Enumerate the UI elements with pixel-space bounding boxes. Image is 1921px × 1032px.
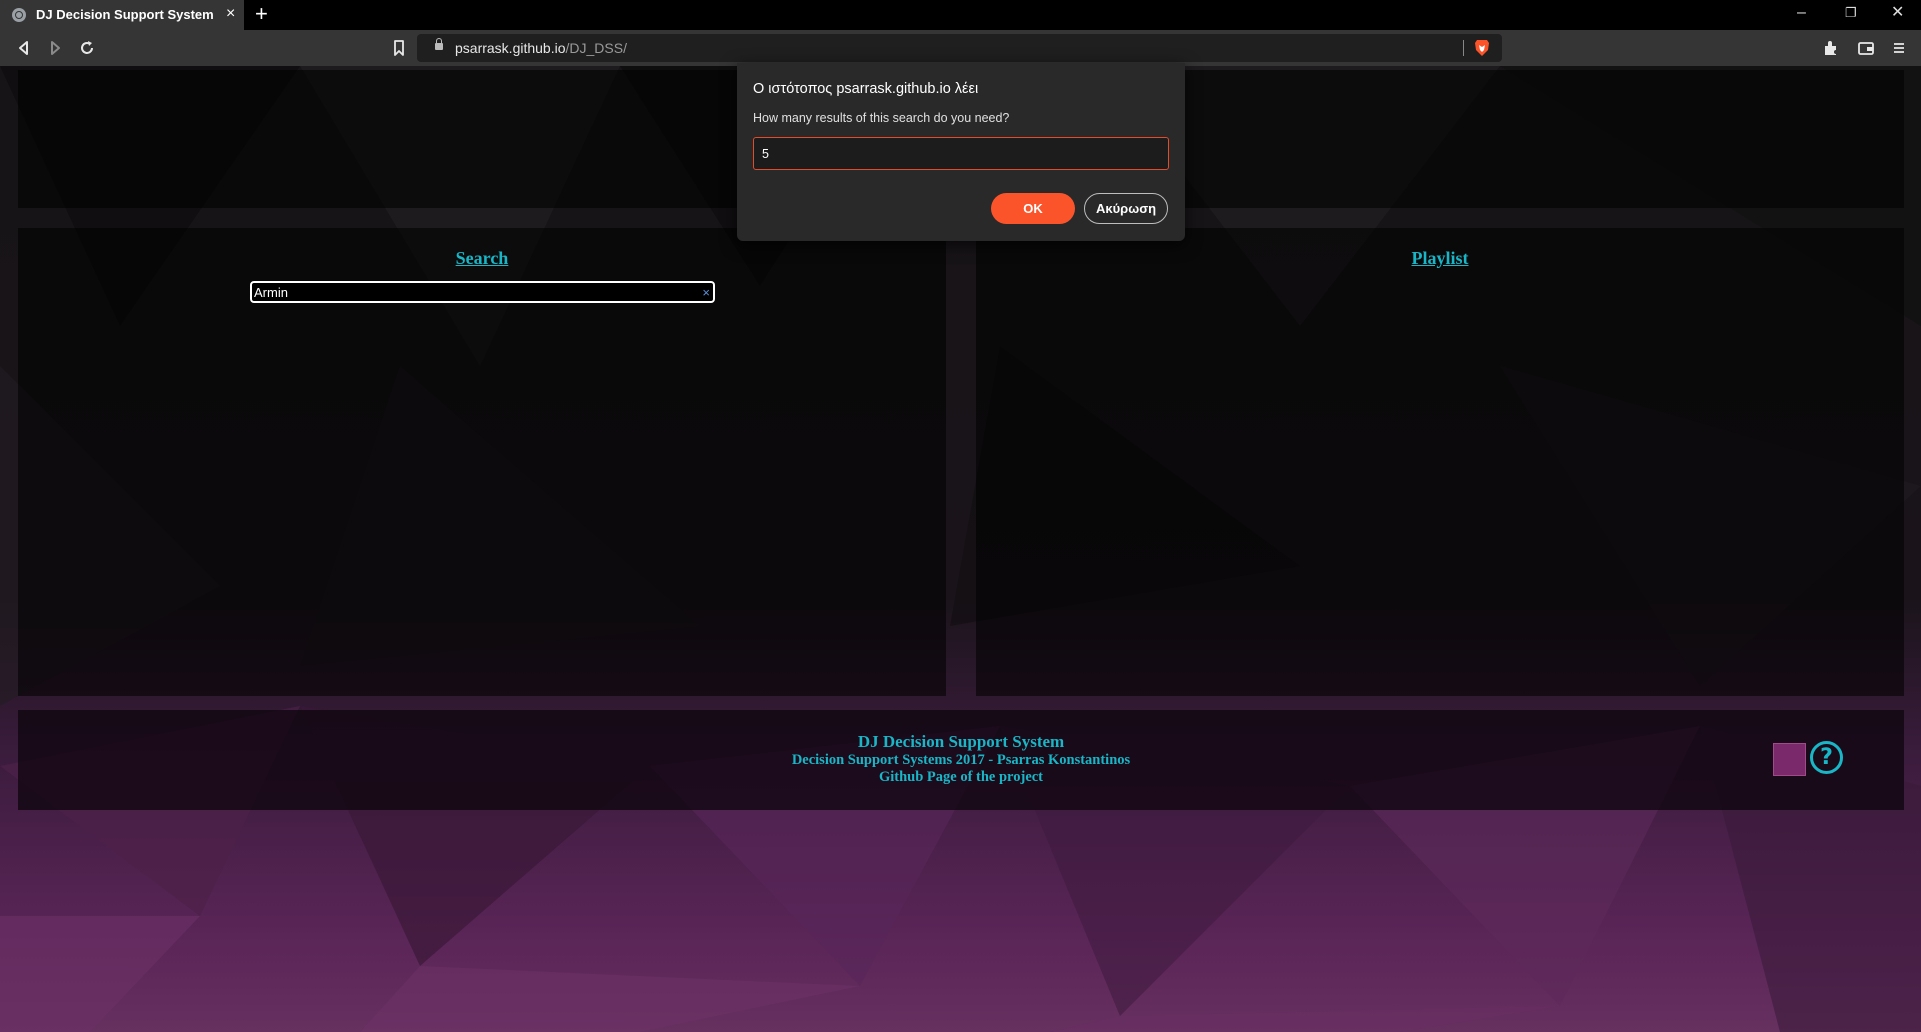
- minimize-icon[interactable]: –: [1797, 4, 1806, 22]
- globe-icon: [12, 8, 26, 22]
- bookmark-icon[interactable]: [389, 38, 409, 58]
- tab-strip: DJ Decision Support System × + – ❐ ✕: [0, 0, 1921, 30]
- footer-text: DJ Decision Support System Decision Supp…: [18, 732, 1904, 786]
- prompt-dialog: Ο ιστότοπος psarrask.github.io λέει How …: [737, 63, 1185, 241]
- playlist-panel: Playlist: [976, 228, 1904, 696]
- extensions-icon[interactable]: [1821, 38, 1841, 58]
- back-icon[interactable]: [14, 38, 34, 58]
- lock-icon: [435, 38, 443, 52]
- tab-close-icon[interactable]: ×: [226, 5, 235, 23]
- divider: [1463, 40, 1464, 56]
- restore-icon[interactable]: ❐: [1845, 4, 1857, 22]
- ok-button[interactable]: OK: [991, 193, 1075, 224]
- browser-tab[interactable]: DJ Decision Support System ×: [0, 0, 244, 30]
- address-bar[interactable]: psarrask.github.io/DJ_DSS/: [417, 34, 1502, 62]
- theme-color-swatch[interactable]: [1773, 743, 1806, 776]
- tab-title: DJ Decision Support System: [36, 7, 214, 22]
- search-box[interactable]: ×: [250, 281, 715, 303]
- dialog-title: Ο ιστότοπος psarrask.github.io λέει: [753, 81, 979, 97]
- url-text: psarrask.github.io/DJ_DSS/: [455, 40, 627, 56]
- help-icon[interactable]: ?: [1810, 741, 1843, 774]
- footer-title: DJ Decision Support System: [857, 732, 1065, 751]
- browser-toolbar: psarrask.github.io/DJ_DSS/: [0, 30, 1921, 66]
- footer-panel: DJ Decision Support System Decision Supp…: [18, 710, 1904, 810]
- dialog-message: How many results of this search do you n…: [753, 111, 1010, 125]
- clear-search-icon[interactable]: ×: [702, 284, 710, 301]
- results-count-input[interactable]: [753, 137, 1169, 170]
- wallet-icon[interactable]: [1856, 38, 1876, 58]
- cancel-button[interactable]: Ακύρωση: [1084, 193, 1168, 224]
- reload-icon[interactable]: [77, 38, 97, 58]
- search-heading-link[interactable]: Search: [18, 248, 946, 269]
- new-tab-icon[interactable]: +: [255, 3, 268, 25]
- brave-shields-icon[interactable]: [1474, 39, 1490, 57]
- window-close-icon[interactable]: ✕: [1891, 4, 1904, 22]
- forward-icon[interactable]: [45, 38, 65, 58]
- menu-icon[interactable]: [1889, 38, 1909, 58]
- footer-subtitle: Decision Support Systems 2017 - Psarras …: [791, 752, 1131, 768]
- github-project-link[interactable]: Github Page of the project: [18, 769, 1904, 786]
- search-input[interactable]: [254, 284, 684, 301]
- playlist-heading-link[interactable]: Playlist: [976, 248, 1904, 269]
- search-panel: Search ×: [18, 228, 946, 696]
